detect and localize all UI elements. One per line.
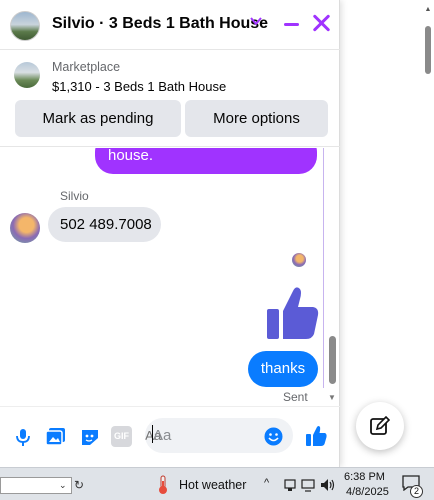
message-composer: GIF Aa: [0, 406, 340, 467]
avatar[interactable]: [10, 213, 40, 243]
message-input-placeholder: Aa: [153, 427, 172, 444]
minimize-button[interactable]: [284, 23, 299, 26]
chat-header: Silvio · 3 Beds 1 Bath House: [0, 0, 340, 50]
avatar[interactable]: [10, 11, 40, 41]
divider: [323, 148, 324, 388]
monitor-icon[interactable]: [301, 478, 315, 497]
weather-label[interactable]: Hot weather: [179, 478, 246, 492]
chevron-up-icon[interactable]: ^: [264, 477, 269, 489]
close-button[interactable]: [311, 13, 331, 33]
background-page: ▲: [340, 0, 434, 467]
sender-name: Silvio: [60, 189, 89, 203]
message-status: Sent: [283, 390, 308, 404]
taskbar: ⌄ ↻ Hot weather ^ 6:38 PM 4/8/2025 2: [0, 467, 434, 500]
photo-icon[interactable]: [45, 428, 66, 451]
page-scrollbar[interactable]: ▲: [424, 6, 432, 466]
chevron-down-icon[interactable]: ⌄: [59, 480, 67, 491]
marketplace-listing: Marketplace $1,310 - 3 Beds 1 Bath House…: [0, 51, 340, 147]
network-icon[interactable]: [283, 478, 297, 497]
message-list: house. Silvio 502 489.7008 thanks Sent ▼: [0, 148, 340, 406]
marketplace-label: Marketplace: [52, 60, 121, 74]
outgoing-message[interactable]: thanks: [248, 351, 318, 387]
notification-badge: 2: [410, 485, 423, 498]
sticker-icon[interactable]: [80, 428, 100, 451]
clock-time[interactable]: 6:38 PM: [344, 471, 385, 483]
chevron-down-icon[interactable]: [250, 14, 262, 29]
chat-window: Silvio · 3 Beds 1 Bath House Marketplace…: [0, 0, 340, 467]
chat-title[interactable]: Silvio · 3 Beds 1 Bath House: [52, 15, 268, 33]
thermometer-icon[interactable]: [156, 475, 170, 500]
speaker-icon[interactable]: [320, 478, 336, 497]
listing-thumbnail[interactable]: [14, 62, 40, 88]
emoji-icon[interactable]: [264, 427, 283, 451]
microphone-icon[interactable]: [15, 428, 31, 451]
like-icon[interactable]: [305, 425, 327, 452]
refresh-icon[interactable]: ↻: [74, 478, 84, 492]
read-receipt-avatar: [292, 253, 306, 267]
message-scrollbar-thumb[interactable]: [329, 336, 336, 384]
mark-as-pending-button[interactable]: Mark as pending: [15, 100, 181, 137]
scroll-down-icon[interactable]: ▼: [328, 393, 336, 402]
clock-date[interactable]: 4/8/2025: [346, 486, 389, 498]
listing-title[interactable]: $1,310 - 3 Beds 1 Bath House: [52, 79, 226, 94]
compose-icon: [370, 416, 390, 435]
gif-icon[interactable]: GIF: [111, 426, 132, 447]
outgoing-message[interactable]: house.: [95, 148, 317, 174]
more-options-button[interactable]: More options: [185, 100, 328, 137]
thumbs-up-sticker-icon[interactable]: [265, 285, 320, 341]
incoming-message[interactable]: 502 489.7008: [48, 207, 161, 242]
page-scrollbar-thumb[interactable]: [425, 26, 431, 74]
new-message-button[interactable]: [356, 402, 404, 450]
scroll-up-icon[interactable]: ▲: [424, 6, 432, 14]
